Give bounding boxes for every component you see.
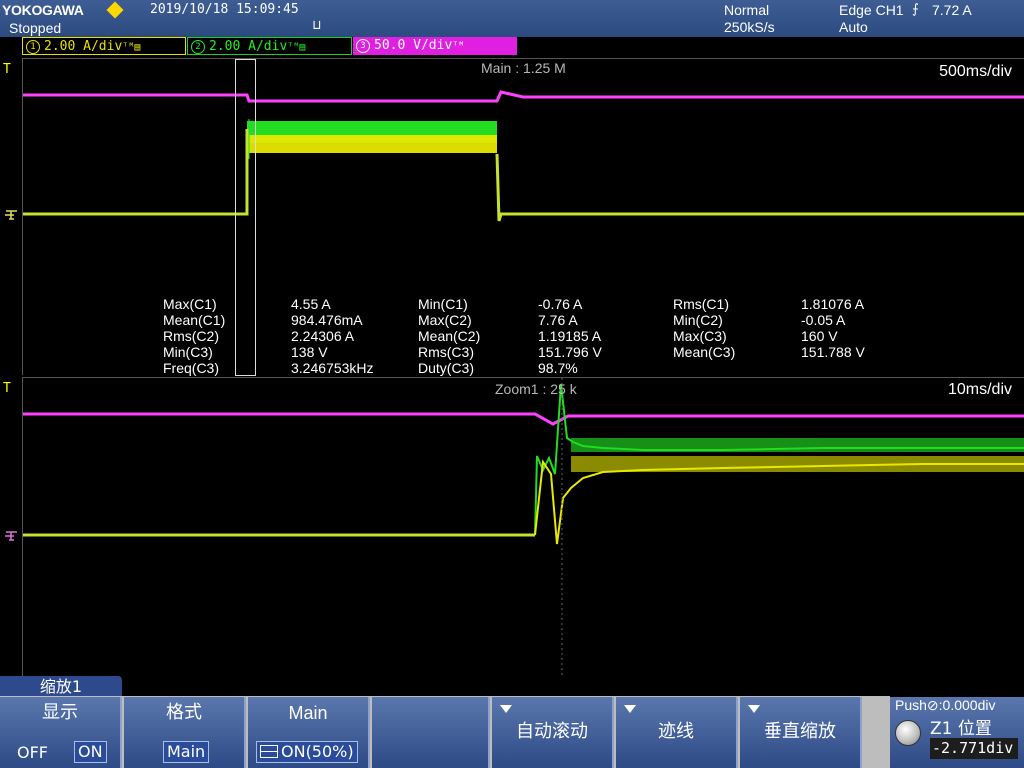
ground-level-icon	[5, 210, 17, 220]
measurement-label: Freq(C3)	[163, 360, 220, 376]
channel-number-badge: 1	[26, 40, 40, 54]
vertical-zoom-label: 垂直缩放	[764, 721, 836, 742]
measurement-label: Max(C3)	[673, 328, 727, 344]
rotary-knob-icon[interactable]	[895, 720, 921, 746]
channel-number-badge: 3	[356, 39, 370, 53]
acquisition-mode: Normal	[724, 2, 770, 18]
measurement-value: 160 V	[801, 328, 838, 344]
usb-icon: ⊔	[313, 18, 321, 33]
measurement-value: 2.24306 A	[291, 328, 355, 344]
zoom-waveform-plot	[23, 378, 1024, 678]
measurement-value: -0.76 A	[538, 296, 583, 312]
channel-1-setting[interactable]: 1 2.00 A/divᵀᴹ▤	[22, 37, 186, 55]
main-value: ON(50%)	[256, 741, 358, 763]
measurement-value: 98.7%	[538, 360, 578, 376]
measurement-value: 151.788 V	[801, 344, 865, 360]
zoom-view-title: Zoom1 : 25 k	[495, 381, 577, 397]
measurement-value: 1.19185 A	[538, 328, 602, 344]
display-softkey-label: 显示	[42, 702, 78, 723]
measurement-label: Duty(C3)	[418, 360, 475, 376]
menu-tab-zoom1: 缩放1	[0, 676, 122, 697]
main-softkey[interactable]: Main ON(50%)	[248, 697, 370, 768]
trigger-mode: Auto	[839, 19, 868, 35]
vertical-zoom-softkey[interactable]: 垂直缩放	[740, 697, 862, 768]
blank-softkey	[372, 697, 490, 768]
rising-edge-icon: ⨍	[912, 2, 919, 17]
measurement-label: Mean(C3)	[673, 344, 736, 360]
measurement-value: 151.796 V	[538, 344, 602, 360]
split-screen-icon	[260, 745, 278, 758]
main-value-text: ON(50%)	[281, 742, 354, 761]
measurement-value: 1.81076 A	[801, 296, 865, 312]
display-on-option[interactable]: ON	[74, 741, 107, 763]
brand-diamond-icon	[106, 1, 124, 19]
trigger-position-marker: T	[3, 381, 11, 396]
status-bar: YOKOGAWA Stopped 2019/10/18 15:09:45 ⊔ N…	[0, 0, 1024, 37]
measurement-label: Rms(C1)	[673, 296, 729, 312]
measurement-label: Min(C1)	[418, 296, 468, 312]
auto-scroll-label: 自动滚动	[516, 721, 588, 742]
measurement-label: Mean(C1)	[163, 312, 226, 328]
display-softkey[interactable]: 显示 OFF ON	[0, 697, 122, 768]
format-value: Main	[163, 741, 210, 763]
zoom-time-per-div: 10ms/div	[947, 381, 1012, 398]
trigger-level: 7.72 A	[932, 2, 972, 18]
channel-bar: 1 2.00 A/divᵀᴹ▤ 2 2.00 A/divᵀᴹ▤ 3 50.0 V/di…	[0, 37, 1024, 56]
measurement-label: Max(C1)	[163, 296, 217, 312]
datetime: 2019/10/18 15:09:45	[150, 2, 299, 17]
ground-level-icon	[5, 531, 17, 541]
trigger-position-marker: T	[3, 62, 11, 77]
channel-scale: 50.0 V/div	[374, 38, 453, 53]
measurement-label: Rms(C3)	[418, 344, 474, 360]
format-softkey[interactable]: 格式 Main	[124, 697, 246, 768]
channel-scale: 2.00 A/div	[209, 39, 288, 54]
measurement-value: 7.76 A	[538, 312, 578, 328]
channel-scale: 2.00 A/div	[44, 39, 123, 54]
measurement-value: 4.55 A	[291, 296, 331, 312]
main-time-per-div: 500ms/div	[939, 63, 1012, 80]
measurement-label: Min(C2)	[673, 312, 723, 328]
push-reset-label: Push⊘:0.000div	[895, 697, 996, 713]
dropdown-triangle-icon	[624, 705, 636, 713]
probe-icon: ᵀᴹ▤	[122, 42, 141, 53]
dropdown-triangle-icon	[500, 705, 512, 713]
knob-panel[interactable]: Push⊘:0.000div Z1 位置 -2.771div	[890, 697, 1024, 768]
dropdown-triangle-icon	[748, 705, 760, 713]
measurement-label: Rms(C2)	[163, 328, 219, 344]
channel-number-badge: 2	[191, 40, 205, 54]
display-off-option[interactable]: OFF	[14, 743, 51, 763]
measurement-value: -0.05 A	[801, 312, 846, 328]
z1-position-label: Z1 位置	[930, 719, 992, 739]
format-softkey-label: 格式	[166, 702, 202, 723]
auto-scroll-softkey[interactable]: 自动滚动	[492, 697, 614, 768]
acquisition-status: Stopped	[9, 20, 62, 36]
zoom-waveform-area[interactable]: Zoom1 : 25 k 10ms/div	[22, 377, 1024, 678]
trace-softkey[interactable]: 迹线	[616, 697, 738, 768]
measurement-label: Min(C3)	[163, 344, 213, 360]
sample-rate: 250kS/s	[724, 19, 775, 35]
brand-logo: YOKOGAWA	[2, 2, 84, 18]
channel-3-setting[interactable]: 3 50.0 V/divᵀᴹ	[353, 37, 517, 55]
main-softkey-label: Main	[288, 703, 328, 723]
channel-2-setting[interactable]: 2 2.00 A/divᵀᴹ▤	[187, 37, 352, 55]
probe-icon: ᵀᴹ▤	[287, 42, 306, 53]
measurement-table: Max(C1) 4.55 A Min(C1) -0.76 A Rms(C1) 1.8107…	[163, 296, 883, 376]
measurement-label: Max(C2)	[418, 312, 472, 328]
trigger-source: Edge CH1	[839, 2, 904, 18]
measurement-value: 984.476mA	[291, 312, 363, 328]
main-view-title: Main : 1.25 M	[481, 60, 566, 76]
trace-label: 迹线	[658, 721, 694, 742]
measurement-value: 3.246753kHz	[291, 360, 374, 376]
measurement-label: Mean(C2)	[418, 328, 481, 344]
probe-icon: ᵀᴹ	[452, 41, 465, 52]
z1-position-value[interactable]: -2.771div	[930, 738, 1018, 759]
measurement-value: 138 V	[291, 344, 328, 360]
